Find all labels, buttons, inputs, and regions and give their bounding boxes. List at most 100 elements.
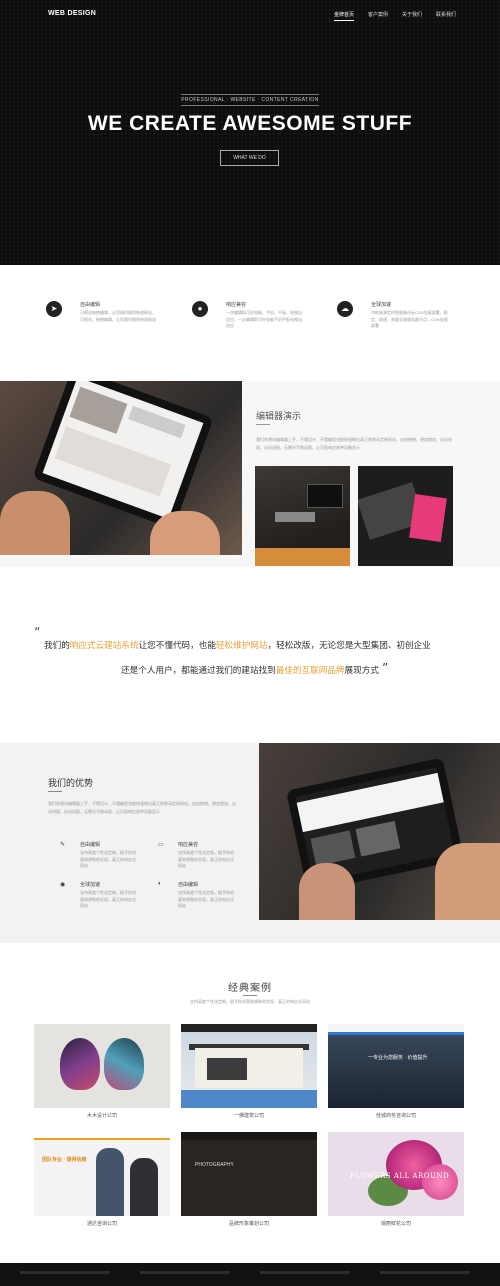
screen-block: [54, 426, 172, 497]
thumb-overlay-text: 团队专业 · 值得信赖: [42, 1157, 87, 1163]
what-we-do-button[interactable]: WHAT WE DO: [220, 150, 279, 166]
screen-block: [296, 772, 444, 833]
footer-block: [140, 1271, 230, 1274]
case-thumbnail[interactable]: 一专业为您服务 · 价值提升: [328, 1024, 464, 1108]
cases-section: 经典案例 支持高度个性化定制，赋予你创意和想象的实现，真正的响应式网站 木木设计…: [0, 943, 500, 1263]
edit-icon: ✎: [60, 842, 66, 848]
city-photo: [328, 1035, 464, 1108]
location-icon: ➤: [46, 301, 62, 317]
case-caption[interactable]: 一佛建筑公司: [181, 1112, 317, 1119]
nav-item-contact[interactable]: 联系我们: [436, 11, 456, 21]
advantage-title: 自由编辑: [178, 882, 199, 888]
advantages-title: 我们的优势: [48, 778, 94, 788]
advantages-text: 我们的建站编辑器上手，不懂设计、不懂编程也能快速做出真正的移动定制网站，自由拖拽…: [48, 801, 236, 814]
quote-text: 展现方式: [344, 665, 379, 675]
hero-subtitle-text: PROFESSIONAL · WEBSITE · CONTENT CREATIO…: [181, 94, 319, 106]
tablet-photo: [259, 743, 500, 920]
laptop-photo: [358, 466, 453, 566]
main-nav: 金牌首页 客户案例 关于我们 联系我们: [333, 11, 456, 21]
advantage-text: 支持高度个性化定制，赋予你创意和想象的实现，真正的响应式网站: [80, 850, 136, 868]
divider: [243, 995, 257, 996]
case-thumbnail[interactable]: [181, 1024, 317, 1108]
bulb-icon: ●: [192, 301, 208, 317]
tablet-photo: [0, 381, 242, 555]
nav-item-home[interactable]: 金牌首页: [333, 11, 354, 21]
advantage-text: 支持高度个性化定制，赋予你创意和想象的实现，真正的响应式网站: [178, 850, 234, 868]
case-thumbnail[interactable]: PHOTOGRAPHY: [181, 1132, 317, 1216]
case-caption[interactable]: 木木设计公司: [34, 1112, 170, 1119]
advantage-text: 支持高度个性化定制，赋予你创意和想象的实现，真正的响应式网站: [80, 890, 136, 908]
globe-icon: ◉: [60, 882, 66, 888]
quote-line-1: 我们的响应式云建站系统让您不懂代码，也能轻松维护网站，轻松改版，无论您是大型集团…: [44, 639, 464, 651]
screen-block: [69, 386, 128, 434]
site-header: [181, 1024, 317, 1032]
advantage-title: 全球加速: [80, 882, 101, 888]
footer-block: [20, 1271, 110, 1274]
person-shape: [130, 1158, 158, 1216]
quote-open-icon: “: [34, 625, 41, 639]
site-header: [34, 1132, 170, 1140]
desk-edge: [255, 548, 350, 566]
footer: [0, 1263, 500, 1286]
desk-photo: [255, 466, 350, 566]
case-caption[interactable]: 俏丽鲜花公司: [328, 1220, 464, 1227]
quote-highlight: 轻松维护网站: [215, 640, 268, 650]
nav-item-about[interactable]: 关于我们: [402, 11, 422, 21]
feature-title: 响应兼容: [226, 302, 247, 308]
advantage-title: 自由编辑: [80, 842, 101, 848]
tablet-screen: [42, 381, 204, 519]
demo-text: 我们的建站编辑器上手，不懂设计、不懂编程也能快速做出真正的移动定制网站，自由拖拽…: [256, 437, 452, 450]
pool-shape: [181, 1090, 317, 1108]
feature-text: 内地来源定时智能备份云CDN加速部署，稳定、极速、海量全球服务器节点，CDN加速…: [371, 310, 448, 328]
cloud-icon: ☁: [337, 301, 353, 317]
quote-highlight: 响应式云建站系统: [69, 640, 139, 650]
divider: [48, 791, 62, 792]
monitor-icon: ▭: [158, 842, 164, 848]
hand-left: [299, 863, 355, 920]
hand-right: [150, 511, 220, 555]
divider: [256, 424, 270, 425]
advantage-text: 支持高度个性化定制，赋予你创意和想象的实现，真正的响应式网站: [178, 890, 234, 908]
quote-line-2: 还是个人用户，都能通过我们的建站找到最佳的互联网品牌展现方式: [0, 664, 500, 676]
thumb-overlay-text: 一专业为您服务 · 价值提升: [368, 1055, 428, 1061]
editor-demo-section: 编辑器演示 我们的建站编辑器上手，不懂设计、不懂编程也能快速做出真正的移动定制网…: [0, 381, 500, 567]
hand-left: [0, 491, 70, 555]
nav-item-cases[interactable]: 客户案例: [368, 11, 388, 21]
demo-title: 编辑器演示: [256, 411, 302, 421]
hero-section: WEB DESIGN 金牌首页 客户案例 关于我们 联系我们 PROFESSIO…: [0, 0, 500, 265]
quote-text: 我们的: [44, 640, 70, 650]
case-caption[interactable]: 通达咨询公司: [34, 1220, 170, 1227]
screen-block: [128, 405, 186, 439]
advantages-section: 我们的优势 我们的建站编辑器上手，不懂设计、不懂编程也能快速做出真正的移动定制网…: [0, 743, 500, 943]
features-section: ➤ 自由编辑 可视化拖拽编辑，让您随时随地修改网站，可视化，拖拽编辑，让您随时随…: [0, 265, 500, 381]
thumb-overlay-text: FLOWERS ALL AROUND: [350, 1172, 450, 1180]
flower-shape: [422, 1164, 458, 1200]
head-shape: [104, 1038, 144, 1090]
case-thumbnail[interactable]: FLOWERS ALL AROUND: [328, 1132, 464, 1216]
site-logo[interactable]: WEB DESIGN: [48, 10, 96, 17]
footer-block: [380, 1271, 470, 1274]
monitor-shape: [307, 484, 343, 508]
site-accent-bar: [328, 1032, 464, 1035]
case-thumbnail[interactable]: [34, 1024, 170, 1108]
hero-subtitle: PROFESSIONAL · WEBSITE · CONTENT CREATIO…: [0, 88, 500, 106]
quote-highlight: 最佳的互联网品牌: [275, 665, 345, 675]
thumb-overlay-text: PHOTOGRAPHY: [195, 1162, 234, 1168]
screen-block: [355, 820, 401, 857]
quote-text: 还是个人用户，都能通过我们的建站找到: [121, 665, 276, 675]
quote-section: “ 我们的响应式云建站系统让您不懂代码，也能轻松维护网站，轻松改版，无论您是大型…: [0, 567, 500, 743]
feature-text: 一次编辑即可在电脑、手机、平板、电视自适应，一次编辑即可在电脑手机平板电视自适应: [226, 310, 302, 328]
case-caption[interactable]: 佳城商务咨询公司: [328, 1112, 464, 1119]
footer-block: [260, 1271, 350, 1274]
screen-block: [310, 830, 356, 867]
feature-title: 全球加速: [371, 302, 392, 308]
cases-title: 经典案例: [228, 983, 272, 994]
case-thumbnail[interactable]: 团队专业 · 值得信赖: [34, 1132, 170, 1216]
feature-text: 可视化拖拽编辑，让您随时随地修改网站，可视化，拖拽编辑，让您随时随地修改网站: [80, 310, 156, 322]
case-caption[interactable]: 品牌形象策划公司: [181, 1220, 317, 1227]
head-shape: [60, 1038, 100, 1090]
hand-right: [435, 843, 500, 920]
feature-title: 自由编辑: [80, 302, 101, 308]
site-header: [181, 1132, 317, 1140]
notebook-shape: [409, 493, 447, 543]
